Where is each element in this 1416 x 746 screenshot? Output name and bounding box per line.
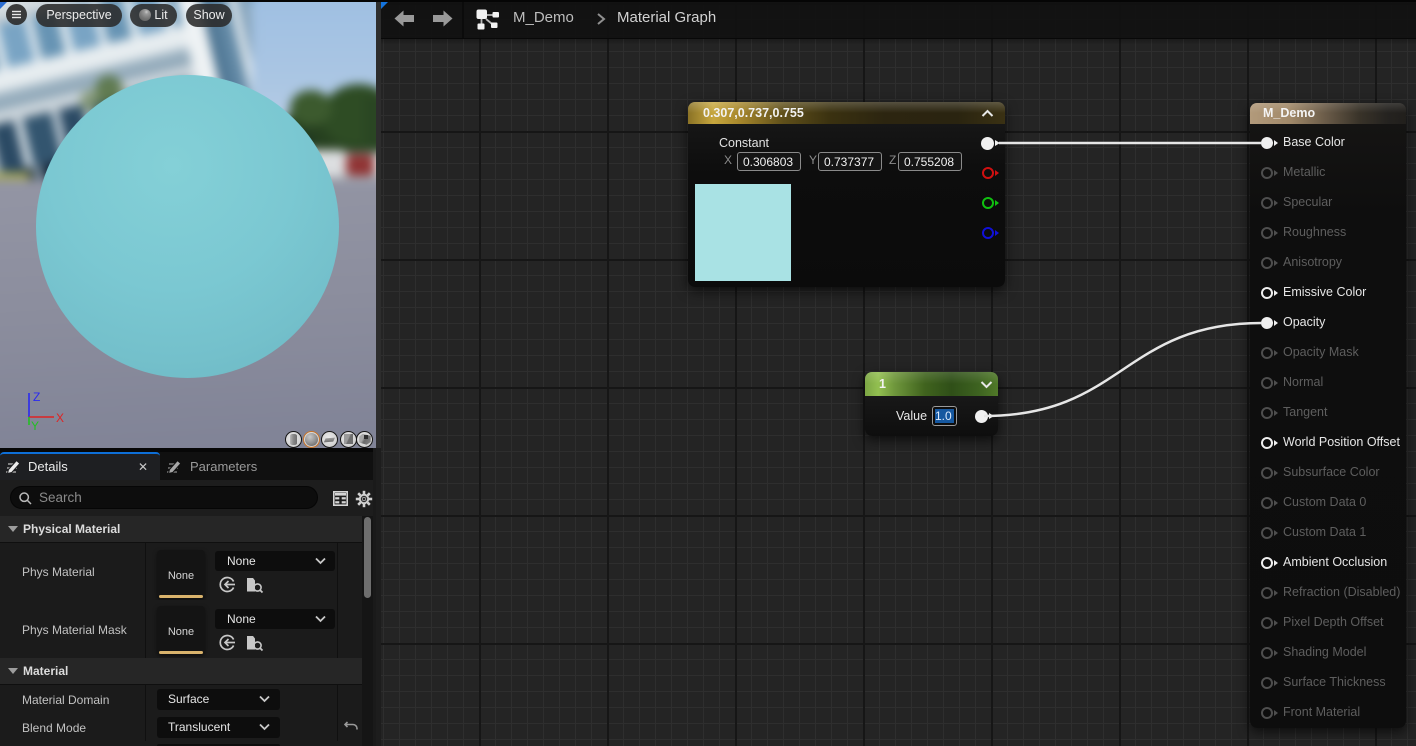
- svg-text:Y: Y: [31, 419, 39, 433]
- svg-text:X: X: [56, 411, 64, 425]
- svg-text:Z: Z: [33, 390, 40, 404]
